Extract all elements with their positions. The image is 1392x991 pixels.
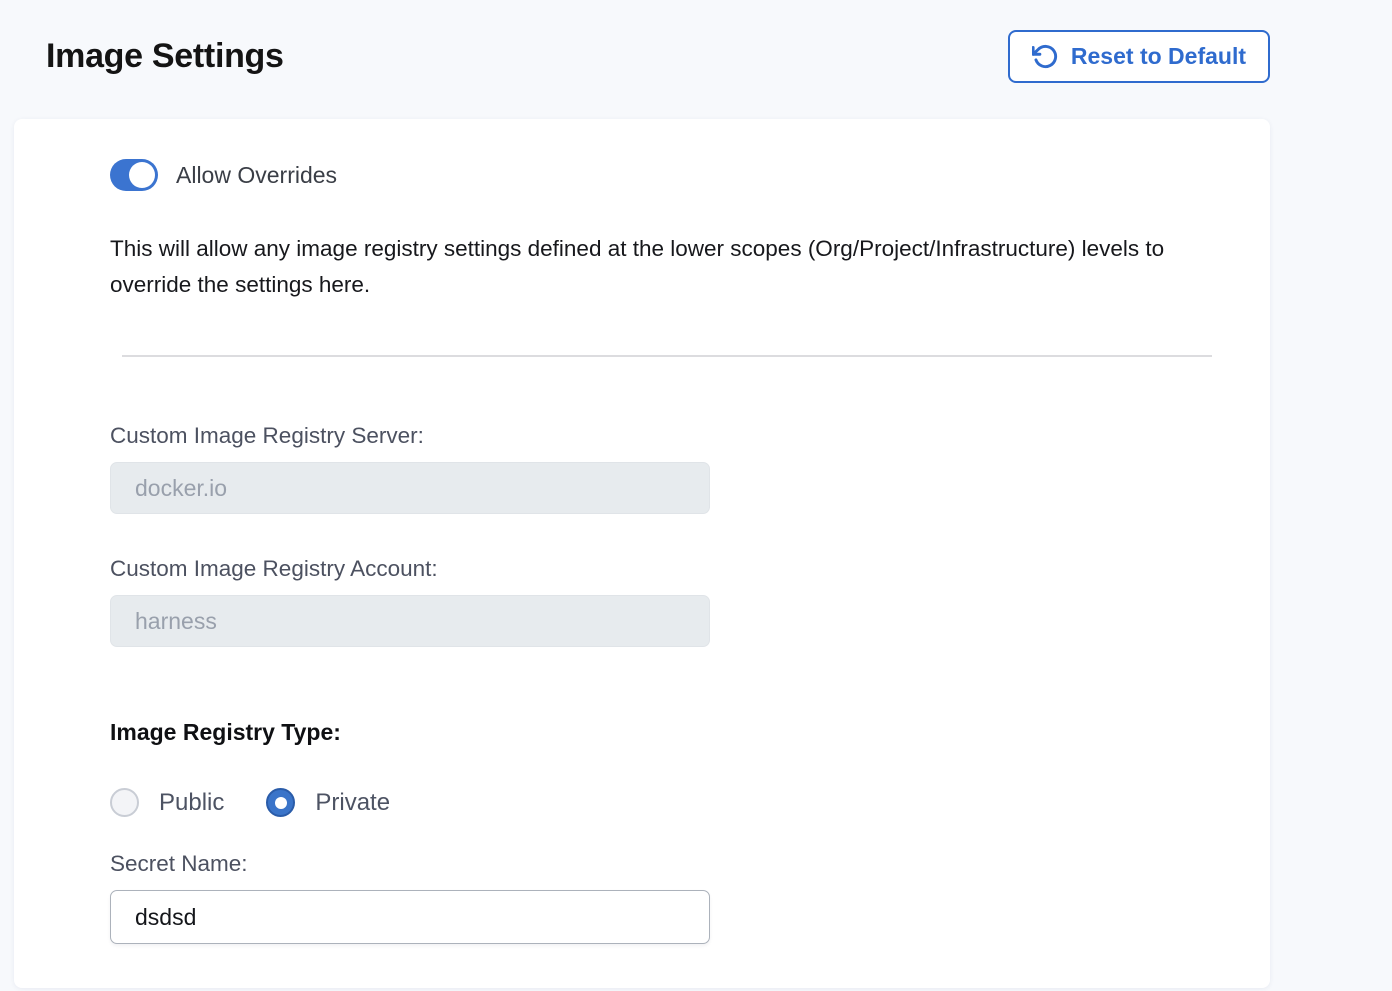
registry-server-input[interactable] — [110, 462, 710, 514]
registry-type-radio-group: Public Private — [110, 788, 1212, 817]
reset-button-label: Reset to Default — [1071, 43, 1246, 70]
public-radio-label: Public — [159, 789, 224, 817]
section-divider — [122, 355, 1212, 357]
radio-option-private[interactable]: Private — [266, 788, 390, 817]
allow-overrides-toggle[interactable] — [110, 159, 158, 191]
overrides-description: This will allow any image registry setti… — [110, 231, 1212, 303]
registry-account-input[interactable] — [110, 595, 710, 647]
image-settings-card: Allow Overrides This will allow any imag… — [14, 119, 1270, 988]
secret-name-input[interactable] — [110, 890, 710, 944]
rotate-ccw-icon — [1032, 43, 1059, 70]
reset-to-default-button[interactable]: Reset to Default — [1008, 30, 1270, 83]
page-title: Image Settings — [46, 37, 284, 76]
registry-type-label: Image Registry Type: — [110, 719, 1212, 746]
page-header: Image Settings Reset to Default — [0, 0, 1392, 83]
secret-name-label: Secret Name: — [110, 851, 1212, 877]
public-radio-button[interactable] — [110, 788, 139, 817]
toggle-knob — [129, 162, 155, 188]
private-radio-button[interactable] — [266, 788, 295, 817]
radio-option-public[interactable]: Public — [110, 788, 224, 817]
allow-overrides-label: Allow Overrides — [176, 162, 337, 189]
registry-account-label: Custom Image Registry Account: — [110, 556, 1212, 582]
allow-overrides-row: Allow Overrides — [110, 159, 1212, 191]
private-radio-label: Private — [315, 789, 390, 817]
registry-server-label: Custom Image Registry Server: — [110, 423, 1212, 449]
